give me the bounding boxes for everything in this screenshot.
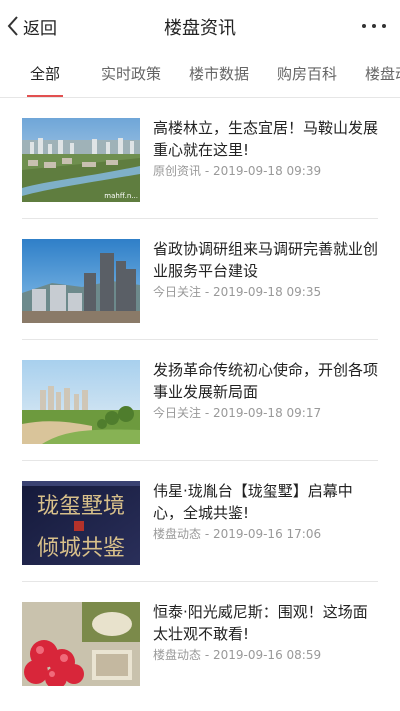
tab-buying-guide[interactable]: 购房百科 <box>277 52 337 97</box>
more-dot <box>382 24 386 28</box>
article-title: 伟星·珑胤台【珑玺墅】启幕中心，全城共鉴! <box>153 482 353 522</box>
article-title: 高楼林立，生态宜居！马鞍山发展重心就在这里! <box>153 119 379 159</box>
article-thumbnail: 珑玺墅境 倾城共鉴 <box>22 481 140 565</box>
article-title: 恒泰·阳光威尼斯：围观！这场面太壮观不敢看! <box>153 603 368 643</box>
article-meta: 楼盘动态 - 2019-09-16 17:06 <box>153 527 322 541</box>
article-item[interactable]: 珑玺墅境 倾城共鉴 伟星·珑胤台【珑玺墅】启幕中心，全城共鉴! 楼盘动态 - 2… <box>22 461 378 582</box>
article-title: 省政协调研组来马调研完善就业创业服务平台建设 <box>153 240 379 280</box>
tab-policy[interactable]: 实时政策 <box>101 52 161 97</box>
thumb-watermark: mahff.n... <box>104 192 138 200</box>
more-dots-icon <box>362 24 366 28</box>
article-title: 发扬革命传统初心使命，开创各项事业发展新局面 <box>153 361 379 401</box>
article-item[interactable]: 省政协调研组来马调研完善就业创业服务平台建设 今日关注 - 2019-09-18… <box>22 219 378 340</box>
article-item[interactable]: mahff.n... 高楼林立，生态宜居！马鞍山发展重心就在这里! 原创资讯 -… <box>22 98 378 219</box>
page-title: 楼盘资讯 <box>164 18 236 39</box>
article-thumbnail <box>22 602 140 686</box>
nav-bar: 返回 楼盘资讯 <box>0 0 400 52</box>
article-meta: 楼盘动态 - 2019-09-16 08:59 <box>153 648 322 662</box>
tab-project-news[interactable]: 楼盘动 <box>365 52 400 97</box>
article-meta: 今日关注 - 2019-09-18 09:17 <box>153 406 322 420</box>
article-thumbnail <box>22 360 140 444</box>
chevron-left-icon <box>7 16 18 36</box>
thumb-text-top: 珑玺墅境 <box>37 494 125 519</box>
article-meta: 今日关注 - 2019-09-18 09:35 <box>153 285 322 299</box>
article-item[interactable]: 恒泰·阳光威尼斯：围观！这场面太壮观不敢看! 楼盘动态 - 2019-09-16… <box>22 582 378 702</box>
article-meta: 原创资讯 - 2019-09-18 09:39 <box>153 164 322 178</box>
tab-market-data[interactable]: 楼市数据 <box>189 52 249 97</box>
article-thumbnail: mahff.n... <box>22 118 140 202</box>
thumb-text-bottom: 倾城共鉴 <box>37 536 125 561</box>
more-button[interactable] <box>362 16 386 36</box>
category-tabs: 全部 实时政策 楼市数据 购房百科 楼盘动 <box>0 52 400 98</box>
back-label: 返回 <box>23 18 57 39</box>
article-item[interactable]: 发扬革命传统初心使命，开创各项事业发展新局面 今日关注 - 2019-09-18… <box>22 340 378 461</box>
article-thumbnail <box>22 239 140 323</box>
more-dot <box>372 24 376 28</box>
article-list: mahff.n... 高楼林立，生态宜居！马鞍山发展重心就在这里! 原创资讯 -… <box>0 98 400 702</box>
back-button[interactable]: 返回 <box>6 12 57 40</box>
tab-all[interactable]: 全部 <box>26 52 64 97</box>
